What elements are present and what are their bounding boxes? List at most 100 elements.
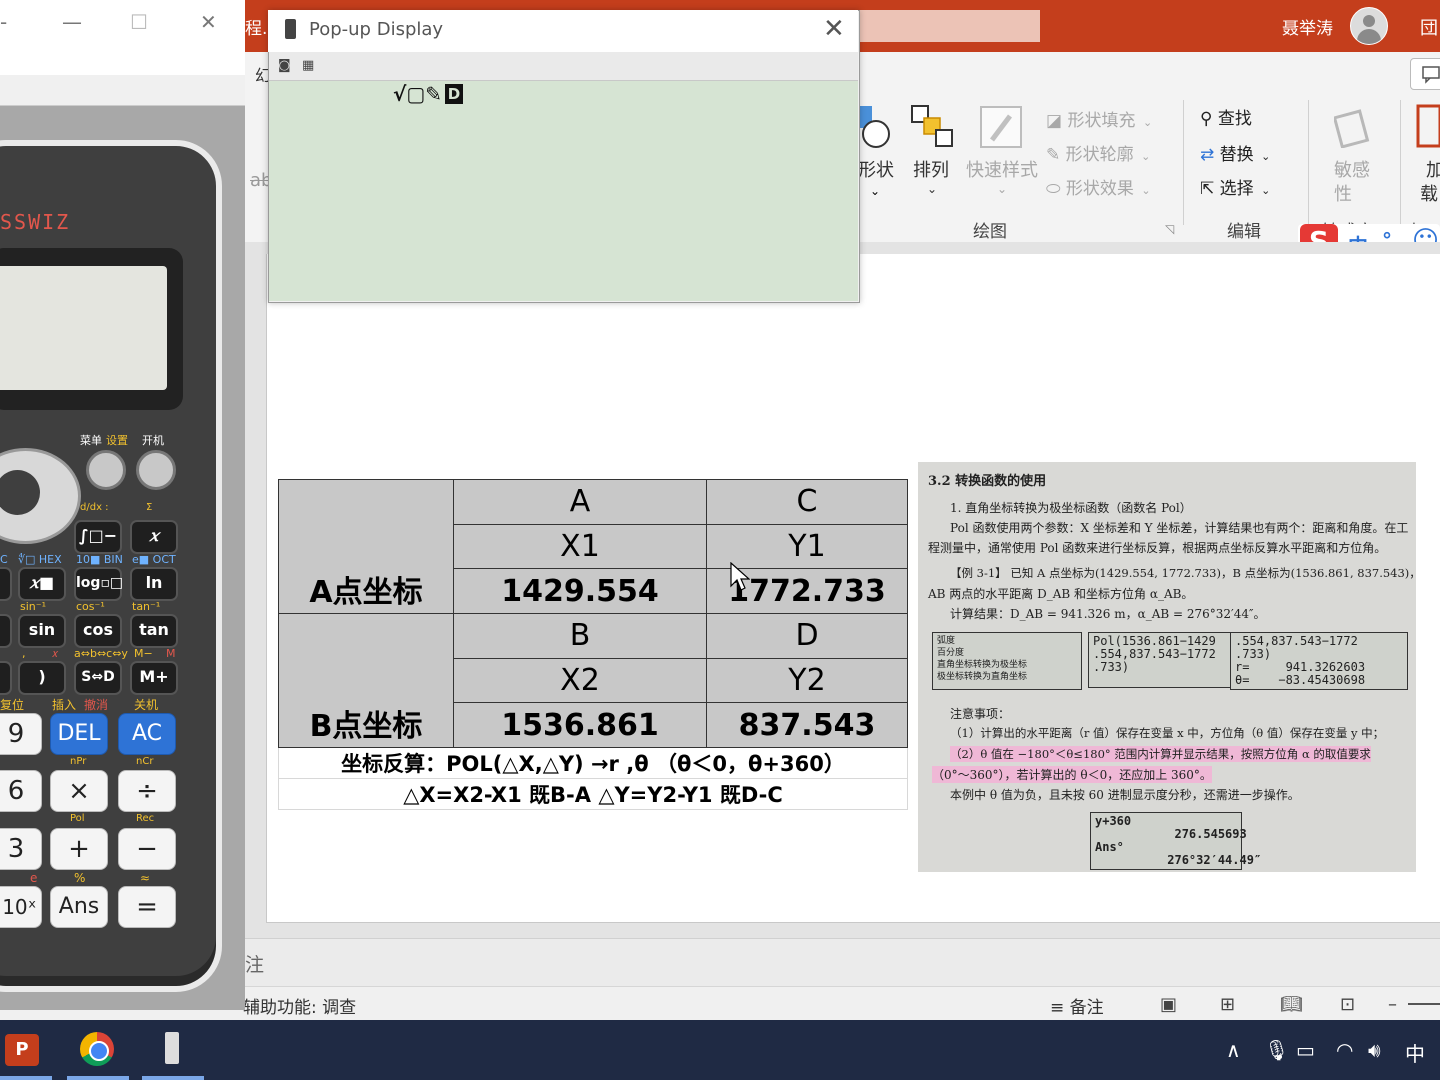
wifi-icon[interactable]: ◠ <box>1336 1038 1353 1062</box>
volume-icon[interactable]: 🔊︎ <box>1368 1038 1381 1062</box>
search-box[interactable] <box>860 10 1040 42</box>
shape-button[interactable] <box>858 104 894 152</box>
reading-view-icon[interactable]: 📖︎ <box>1280 994 1303 1015</box>
grid-icon[interactable]: ▦ <box>302 58 314 73</box>
addins-button[interactable] <box>1416 104 1440 154</box>
close-paren-key[interactable]: ) <box>18 661 66 695</box>
book-lcd-menu: 弧度 百分度 直角坐标转换为极坐标 极坐标转换为直角坐标 <box>932 632 1082 690</box>
sensitivity-label[interactable]: 敏感 <box>1334 156 1370 182</box>
equals-key[interactable]: = <box>118 886 176 928</box>
select-button[interactable]: ⇱ 选择 ⌄ <box>1200 174 1270 199</box>
notes-button[interactable]: ≡ 备注 <box>1050 993 1104 1018</box>
key-9[interactable]: 9 <box>0 713 42 755</box>
addins-label[interactable]: 加 <box>1426 156 1440 182</box>
quick-styles-button[interactable] <box>978 104 1026 154</box>
close-icon[interactable]: ✕ <box>200 10 217 34</box>
tan-key[interactable]: tan <box>130 614 178 648</box>
sensitivity-button[interactable] <box>1332 104 1374 152</box>
point-a-label: A点坐标 <box>278 479 454 614</box>
user-name[interactable]: 聂举涛 <box>1282 14 1333 39</box>
zoom-out-button[interactable]: – <box>1388 994 1397 1015</box>
point-b-x-value: 1536.861 <box>453 702 707 748</box>
sin-key[interactable]: sin <box>18 614 66 648</box>
zoom-slider[interactable] <box>1408 1003 1440 1005</box>
taskbar <box>0 1020 1440 1080</box>
notes-pane[interactable] <box>245 938 1440 987</box>
shift-label-e: e <box>30 871 38 885</box>
arrange-label[interactable]: 排列 <box>913 156 949 182</box>
delete-key[interactable]: DEL <box>50 713 108 755</box>
chevron-down-icon[interactable]: ⌄ <box>927 182 937 196</box>
partial-key[interactable] <box>0 567 12 601</box>
avatar[interactable] <box>1350 7 1388 45</box>
camera-icon[interactable]: ◙ <box>278 58 291 73</box>
sensitivity-label-2[interactable]: 性 <box>1334 180 1352 206</box>
shape-effects-button[interactable]: ⬭ 形状效果 ⌄ <box>1046 174 1151 199</box>
close-icon[interactable]: ✕ <box>823 14 845 44</box>
slideshow-icon[interactable]: ⊡ <box>1340 994 1355 1015</box>
powerpoint-taskbar-icon[interactable]: P <box>5 1034 39 1066</box>
cos-key[interactable]: cos <box>74 614 122 648</box>
textbook-photo[interactable]: 3.2 转换函数的使用 1. 直角坐标转换为极坐标函数（函数名 Pol） Pol… <box>918 462 1416 872</box>
taskbar-active-indicator <box>142 1076 204 1080</box>
divide-key[interactable]: ÷ <box>118 770 176 812</box>
multiply-key[interactable]: × <box>50 770 108 812</box>
book-lcd-result: .554,837.543−1772 .733) r= 941.3262603 θ… <box>1230 632 1408 690</box>
on-button[interactable] <box>136 450 176 490</box>
maximize-icon[interactable]: ☐ <box>130 10 148 34</box>
microphone-icon[interactable]: 🎙︎ <box>1264 1038 1289 1062</box>
shape-fill-button[interactable]: ◪ 形状填充 ⌄ <box>1046 106 1152 131</box>
accessibility-status[interactable]: 辅助功能: 调查 <box>243 993 356 1018</box>
ln-key[interactable]: ln <box>130 567 178 601</box>
comments-button[interactable] <box>1410 58 1440 90</box>
partial-key[interactable] <box>0 614 12 648</box>
all-clear-key[interactable]: AC <box>118 713 176 755</box>
fraction-key[interactable]: ∫□− <box>74 520 122 554</box>
exponent-key[interactable]: ×10ˣ <box>0 886 42 928</box>
log-key[interactable]: log▫□ <box>74 567 123 601</box>
find-button[interactable]: ⚲ 查找 <box>1200 104 1252 129</box>
input-language-indicator[interactable]: 中 <box>1405 1038 1425 1067</box>
book-example-2: AB 两点的水平距离 D_AB 和坐标方位角 α_AB。 <box>928 587 1194 601</box>
ribbon-display-options-icon[interactable]: 団 <box>1420 14 1438 40</box>
quick-styles-label[interactable]: 快速样式 <box>966 156 1038 182</box>
shape-label[interactable]: 形状 <box>858 156 894 182</box>
slide-sorter-icon[interactable]: ⊞ <box>1220 994 1235 1015</box>
notes-placeholder: 注 <box>245 954 265 976</box>
chevron-up-icon[interactable]: ∧ <box>1226 1038 1241 1062</box>
book-result: 计算结果：D_AB = 941.326 m，α_AB = 276°32′44″。 <box>950 607 1266 621</box>
x2-label: X2 <box>453 657 707 704</box>
menu-button[interactable] <box>86 450 126 490</box>
shift-label-sin-inv: sin⁻¹ <box>20 600 46 613</box>
dialog-launcher-icon[interactable]: ◹ <box>1165 222 1174 236</box>
book-section-title: 3.2 转换函数的使用 <box>928 474 1047 489</box>
pen-icon: ✎ <box>1046 145 1066 165</box>
arrange-button[interactable] <box>910 104 954 154</box>
mouse-cursor-icon <box>730 561 751 596</box>
normal-view-icon[interactable]: ▣ <box>1160 994 1177 1015</box>
key-3[interactable]: 3 <box>0 828 42 870</box>
key-6[interactable]: 6 <box>0 770 42 812</box>
chevron-down-icon[interactable]: ⌄ <box>870 184 880 198</box>
m-plus-key[interactable]: M+ <box>130 661 178 695</box>
cursor-icon: ⇱ <box>1200 179 1220 199</box>
point-b-y-value: 837.543 <box>706 702 908 748</box>
x-squared-key[interactable]: 𝑥■ <box>18 567 66 601</box>
calculator-taskbar-icon[interactable] <box>165 1032 179 1064</box>
taskbar-active-indicator <box>67 1076 129 1080</box>
x-variable-key[interactable]: 𝑥 <box>130 520 178 554</box>
addins-label-2[interactable]: 载 <box>1420 180 1438 206</box>
s-d-key[interactable]: S⇔D <box>74 661 122 695</box>
ans-key[interactable]: Ans <box>50 886 108 928</box>
partial-key[interactable] <box>0 661 12 695</box>
coordinate-table[interactable]: A点坐标 A C X1 Y1 1429.554 1772.733 B点坐标 B … <box>278 479 908 810</box>
quick-styles-icon <box>980 106 1022 148</box>
chevron-down-icon[interactable]: ⌄ <box>997 182 1007 196</box>
plus-key[interactable]: + <box>50 828 108 870</box>
minimize-icon[interactable]: — <box>62 10 82 34</box>
replace-button[interactable]: ⇄ 替换 ⌄ <box>1200 140 1270 165</box>
shape-outline-button[interactable]: ✎ 形状轮廓 ⌄ <box>1046 140 1150 165</box>
battery-icon[interactable]: ▭ <box>1296 1038 1315 1062</box>
y2-label: Y2 <box>706 657 908 704</box>
minus-key[interactable]: − <box>118 828 176 870</box>
